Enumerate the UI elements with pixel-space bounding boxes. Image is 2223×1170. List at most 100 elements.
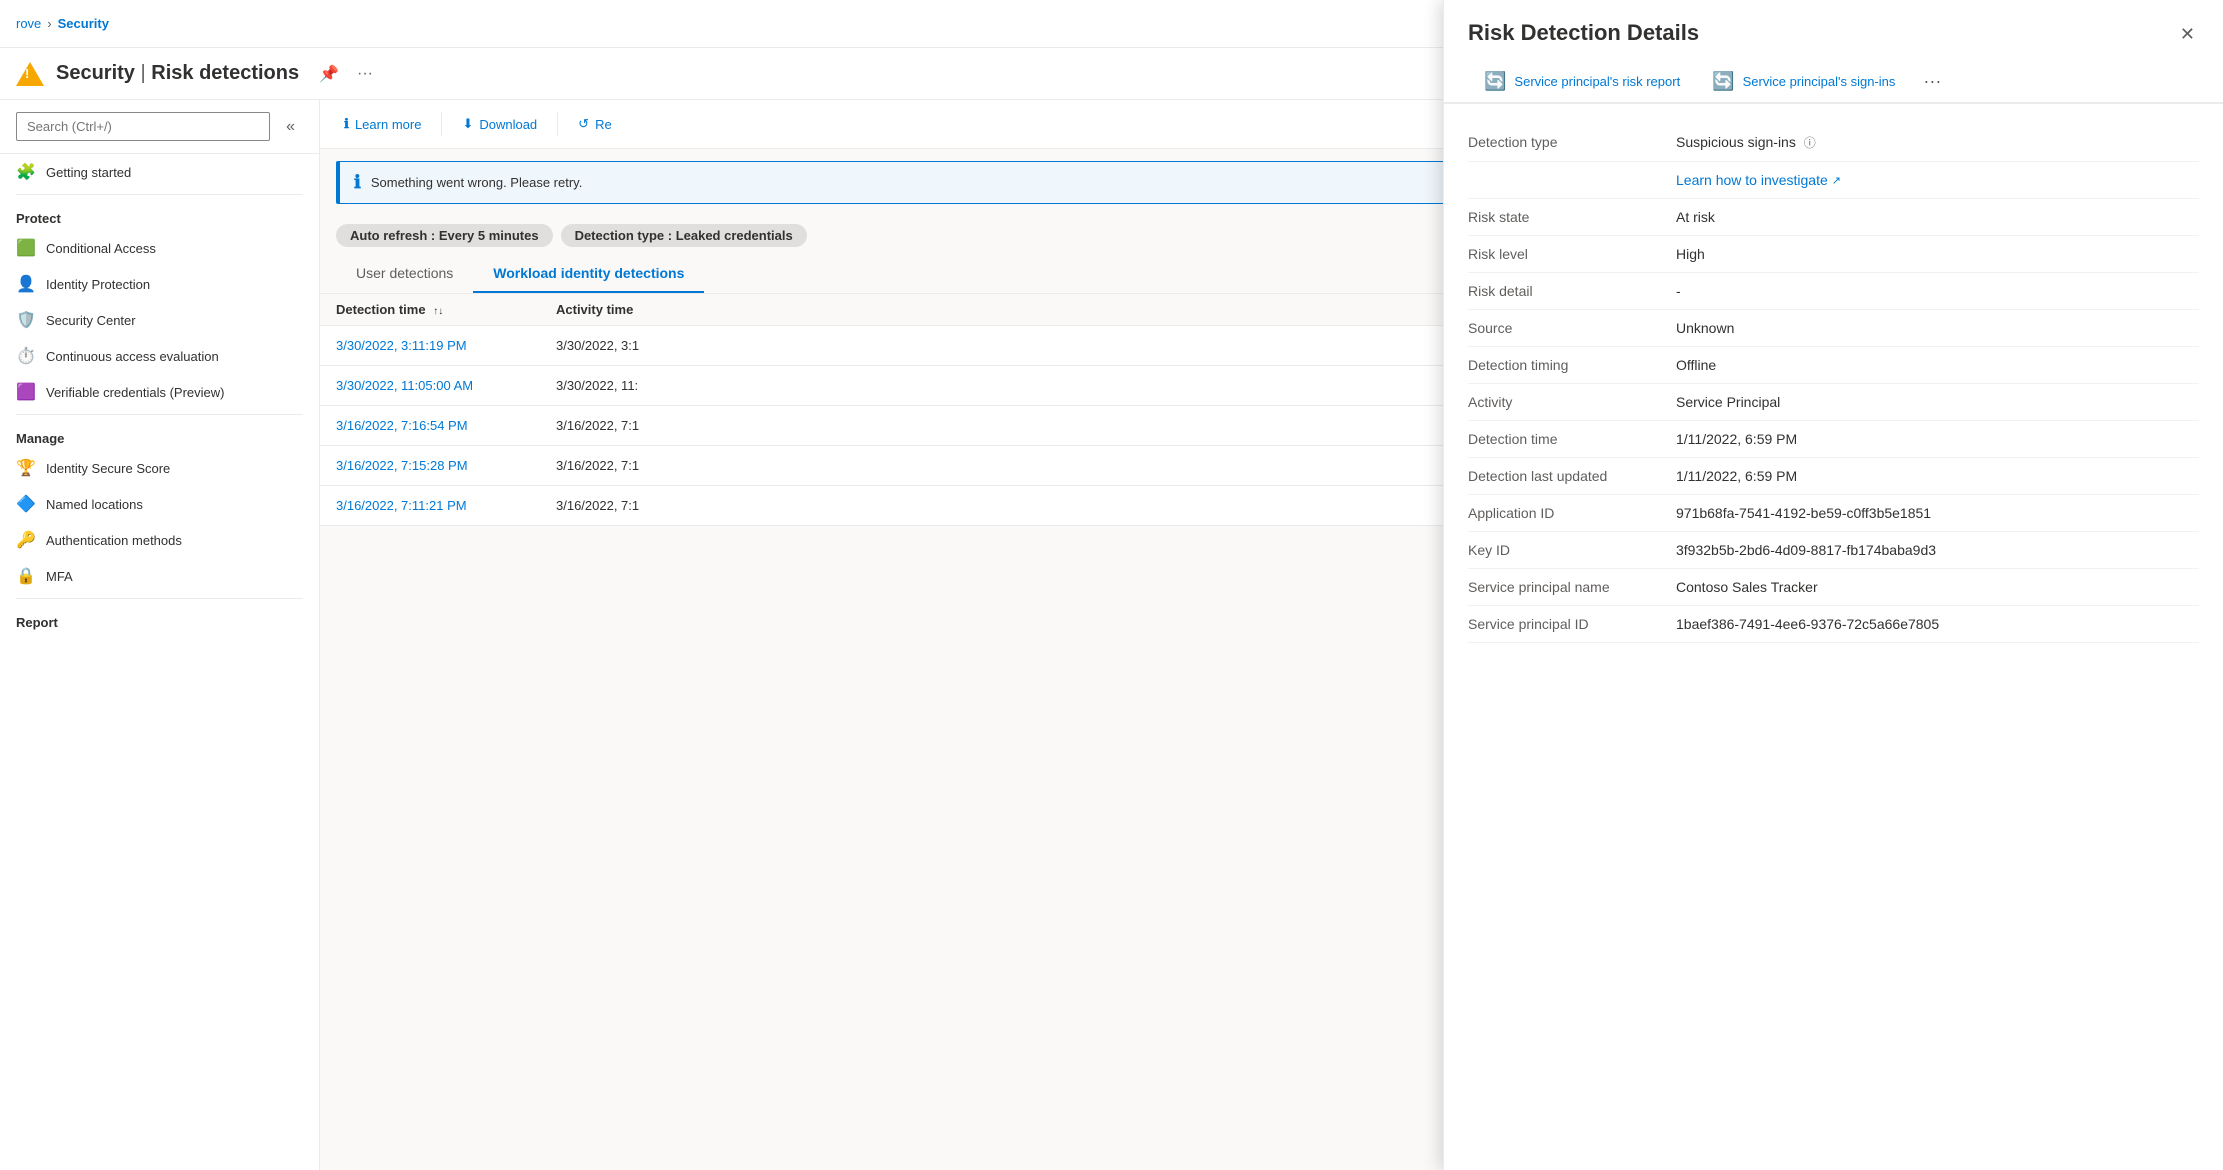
detail-row-detection-time: Detection time 1/11/2022, 6:59 PM xyxy=(1468,421,2199,458)
detail-label-source: Source xyxy=(1468,320,1668,336)
detail-value-activity: Service Principal xyxy=(1676,394,2199,410)
detail-row-risk-state: Risk state At risk xyxy=(1468,199,2199,236)
panel-tabs-more-button[interactable]: ··· xyxy=(1915,61,1949,102)
pin-button[interactable]: 📌 xyxy=(315,60,343,88)
activity-time-cell: 3/16/2022, 7:1 xyxy=(556,458,639,473)
detail-value-risk-level: High xyxy=(1676,246,2199,262)
sidebar-divider-protect xyxy=(16,194,303,195)
detail-row-key-id: Key ID 3f932b5b-2bd6-4d09-8817-fb174baba… xyxy=(1468,532,2199,569)
breadcrumb: rove › Security xyxy=(16,16,109,31)
detail-value-application-id: 971b68fa-7541-4192-be59-c0ff3b5e1851 xyxy=(1676,505,2199,521)
verifiable-credentials-icon: 🟪 xyxy=(16,382,36,402)
refresh-icon: ↺ xyxy=(578,116,589,132)
named-locations-icon: 🔷 xyxy=(16,494,36,514)
sidebar-item-continuous-access[interactable]: ⏱️ Continuous access evaluation xyxy=(0,338,319,374)
right-panel: Risk Detection Details ✕ 🔄 Service princ… xyxy=(1443,0,2223,1170)
filter-chip-auto-refresh[interactable]: Auto refresh : Every 5 minutes xyxy=(336,224,553,247)
panel-tab-risk-report[interactable]: 🔄 Service principal's risk report xyxy=(1468,61,1696,104)
detail-value-sp-id: 1baef386-7491-4ee6-9376-72c5a66e7805 xyxy=(1676,616,2199,632)
sidebar-section-manage: Manage xyxy=(0,419,319,450)
sidebar-item-getting-started[interactable]: 🧩 Getting started xyxy=(0,154,319,190)
activity-time-cell: 3/30/2022, 3:1 xyxy=(556,338,639,353)
detail-row-activity: Activity Service Principal xyxy=(1468,384,2199,421)
panel-close-button[interactable]: ✕ xyxy=(2176,20,2199,49)
breadcrumb-sep: › xyxy=(47,16,51,31)
detail-value-learn-link: Learn how to investigate ↗ xyxy=(1676,172,2199,188)
detail-value-sp-name: Contoso Sales Tracker xyxy=(1676,579,2199,595)
detail-label-application-id: Application ID xyxy=(1468,505,1668,521)
sidebar-divider-manage xyxy=(16,414,303,415)
tab-user-detections[interactable]: User detections xyxy=(336,255,473,293)
detail-value-detection-timing: Offline xyxy=(1676,357,2199,373)
info-icon: ⓘ xyxy=(1804,136,1816,150)
learn-more-label: Learn more xyxy=(355,117,421,132)
detection-time-link[interactable]: 3/30/2022, 11:05:00 AM xyxy=(336,378,473,393)
filter-chip-detection-type[interactable]: Detection type : Leaked credentials xyxy=(561,224,807,247)
detail-label-risk-level: Risk level xyxy=(1468,246,1668,262)
warning-icon xyxy=(16,60,44,88)
panel-tab-sign-ins[interactable]: 🔄 Service principal's sign-ins xyxy=(1696,61,1911,104)
detail-label-detection-last-updated: Detection last updated xyxy=(1468,468,1668,484)
detection-time-link[interactable]: 3/30/2022, 3:11:19 PM xyxy=(336,338,467,353)
detail-value-source: Unknown xyxy=(1676,320,2199,336)
sidebar-item-verifiable-credentials[interactable]: 🟪 Verifiable credentials (Preview) xyxy=(0,374,319,410)
detail-row-risk-detail: Risk detail - xyxy=(1468,273,2199,310)
column-header-activity-time[interactable]: Activity time xyxy=(556,302,756,317)
page-title: Security | Risk detections xyxy=(56,62,299,85)
sidebar-item-mfa[interactable]: 🔒 MFA xyxy=(0,558,319,594)
detection-time-link[interactable]: 3/16/2022, 7:15:28 PM xyxy=(336,458,468,473)
risk-report-icon: 🔄 xyxy=(1484,71,1506,92)
breadcrumb-rove[interactable]: rove xyxy=(16,16,41,31)
detail-value-key-id: 3f932b5b-2bd6-4d09-8817-fb174baba9d3 xyxy=(1676,542,2199,558)
detail-value-risk-detail: - xyxy=(1676,283,2199,299)
download-button[interactable]: ⬇ Download xyxy=(454,110,545,138)
sidebar-section-report: Report xyxy=(0,603,319,634)
activity-time-cell: 3/16/2022, 7:1 xyxy=(556,418,639,433)
detection-time-link[interactable]: 3/16/2022, 7:16:54 PM xyxy=(336,418,468,433)
detail-value-detection-type: Suspicious sign-ins ⓘ xyxy=(1676,134,2199,151)
detail-row-application-id: Application ID 971b68fa-7541-4192-be59-c… xyxy=(1468,495,2199,532)
more-button[interactable]: ··· xyxy=(353,61,377,87)
filter-value: Every 5 minutes xyxy=(439,228,539,243)
panel-tab-label: Service principal's risk report xyxy=(1514,74,1680,89)
sidebar-item-label: Security Center xyxy=(46,313,136,328)
sidebar-item-identity-protection[interactable]: 👤 Identity Protection xyxy=(0,266,319,302)
refresh-button[interactable]: ↺ Re xyxy=(570,110,620,138)
detail-row-learn-link: Learn how to investigate ↗ xyxy=(1468,162,2199,199)
sidebar-item-named-locations[interactable]: 🔷 Named locations xyxy=(0,486,319,522)
getting-started-icon: 🧩 xyxy=(16,162,36,182)
info-circle-icon: ℹ xyxy=(344,116,349,132)
column-header-detection-time[interactable]: Detection time ↑↓ xyxy=(336,302,556,317)
sidebar-item-identity-secure-score[interactable]: 🏆 Identity Secure Score xyxy=(0,450,319,486)
learn-investigate-link[interactable]: Learn how to investigate ↗ xyxy=(1676,172,2199,188)
detail-label-detection-time: Detection time xyxy=(1468,431,1668,447)
sidebar-item-label: Identity Secure Score xyxy=(46,461,170,476)
filter-value: Leaked credentials xyxy=(676,228,793,243)
detail-row-risk-level: Risk level High xyxy=(1468,236,2199,273)
tab-workload-identity[interactable]: Workload identity detections xyxy=(473,255,704,293)
sidebar-item-security-center[interactable]: 🛡️ Security Center xyxy=(0,302,319,338)
search-input[interactable] xyxy=(16,112,270,141)
mfa-icon: 🔒 xyxy=(16,566,36,586)
sidebar-section-protect: Protect xyxy=(0,199,319,230)
detail-label-sp-id: Service principal ID xyxy=(1468,616,1668,632)
detail-label-activity: Activity xyxy=(1468,394,1668,410)
detection-time-link[interactable]: 3/16/2022, 7:11:21 PM xyxy=(336,498,467,513)
toolbar-separator-2 xyxy=(557,112,558,136)
sidebar-item-conditional-access[interactable]: 🟩 Conditional Access xyxy=(0,230,319,266)
filter-label: Detection type : xyxy=(575,228,676,243)
sidebar-item-label: Getting started xyxy=(46,165,131,180)
detail-label: Detection type xyxy=(1468,134,1668,151)
sign-ins-icon: 🔄 xyxy=(1712,71,1734,92)
detail-label-empty xyxy=(1468,172,1668,188)
learn-more-button[interactable]: ℹ Learn more xyxy=(336,110,429,138)
collapse-button[interactable]: « xyxy=(278,114,303,140)
conditional-access-icon: 🟩 xyxy=(16,238,36,258)
sidebar-item-authentication-methods[interactable]: 🔑 Authentication methods xyxy=(0,522,319,558)
activity-time-cell: 3/30/2022, 11: xyxy=(556,378,638,393)
breadcrumb-security[interactable]: Security xyxy=(58,16,109,31)
panel-header: Risk Detection Details ✕ xyxy=(1444,0,2223,49)
detail-value-risk-state: At risk xyxy=(1676,209,2199,225)
detail-row-sp-id: Service principal ID 1baef386-7491-4ee6-… xyxy=(1468,606,2199,643)
detail-value-detection-time: 1/11/2022, 6:59 PM xyxy=(1676,431,2199,447)
